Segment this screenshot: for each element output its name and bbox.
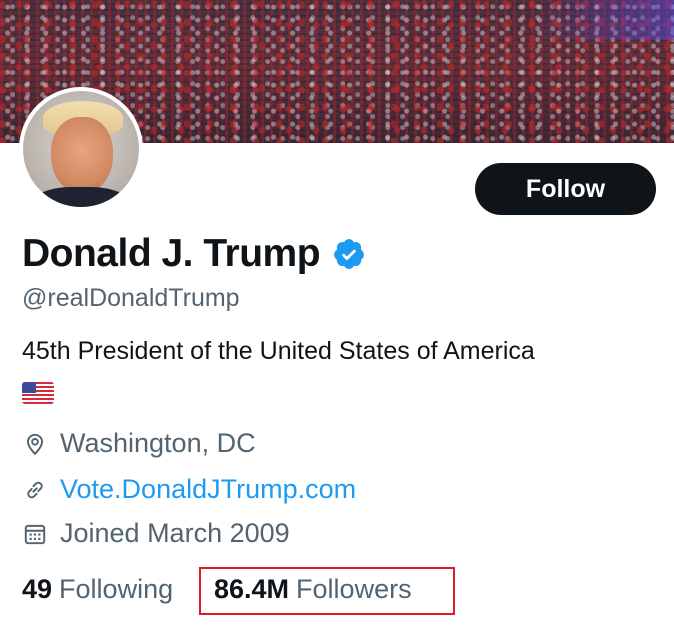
location-text: Washington, DC — [60, 428, 256, 458]
location-pin-icon — [26, 433, 44, 455]
verified-badge-icon[interactable] — [332, 237, 366, 271]
following-count: 49 — [22, 574, 53, 604]
profile-name: Donald J. Trump — [22, 232, 321, 275]
follow-button[interactable]: Follow — [475, 163, 656, 215]
followers-stat[interactable]: 86.4M Followers — [214, 574, 412, 605]
profile-avatar[interactable] — [19, 87, 143, 211]
joined-text: Joined March 2009 — [60, 518, 290, 548]
following-label: Following — [59, 574, 174, 604]
calendar-icon — [24, 524, 46, 544]
profile-name-row: Donald J. Trump — [22, 230, 366, 278]
banner-lights — [534, 0, 674, 40]
followers-count: 86.4M — [214, 574, 290, 604]
profile-location: Washington, DC — [22, 428, 256, 459]
profile-handle: @realDonaldTrump — [22, 284, 240, 312]
avatar-suit — [33, 187, 129, 207]
website-link[interactable]: Vote.DonaldJTrump.com — [60, 474, 356, 505]
profile-website: Vote.DonaldJTrump.com — [22, 474, 356, 505]
avatar-photo — [23, 91, 139, 207]
us-flag-emoji — [22, 382, 54, 404]
profile-bio: 45th President of the United States of A… — [22, 337, 535, 365]
flag-canton — [22, 382, 36, 393]
avatar-face — [51, 117, 113, 193]
following-stat[interactable]: 49 Following — [22, 574, 173, 605]
profile-joined: Joined March 2009 — [22, 518, 290, 549]
followers-label: Followers — [296, 574, 412, 604]
link-icon — [27, 481, 43, 498]
